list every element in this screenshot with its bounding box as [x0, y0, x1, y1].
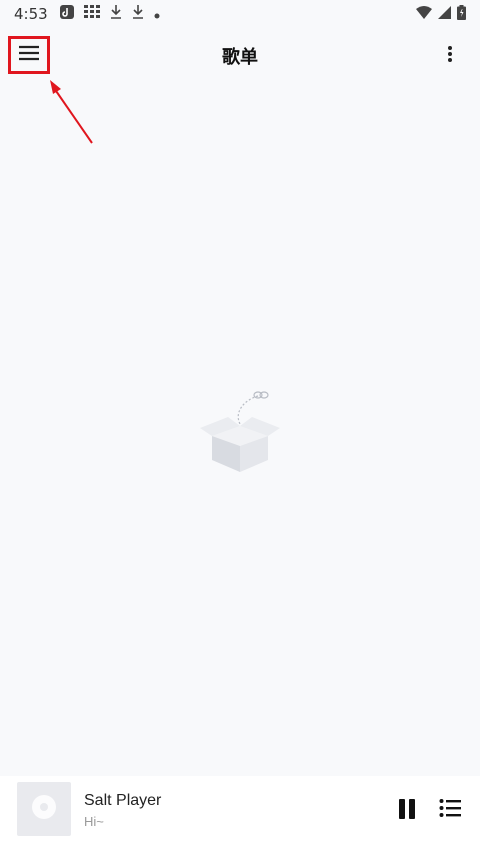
- overflow-menu-button[interactable]: [438, 44, 462, 68]
- mini-player[interactable]: Salt Player Hi~: [0, 776, 480, 854]
- grid-icon: [83, 5, 100, 23]
- track-subtitle: Hi~: [84, 814, 104, 829]
- pause-icon: [397, 799, 417, 824]
- page-title: 歌单: [222, 47, 258, 68]
- signal-icon: [438, 5, 451, 23]
- status-system-icons: [416, 4, 466, 24]
- status-time: 4:53: [14, 5, 48, 23]
- app-notification-icon: [59, 5, 74, 23]
- menu-button[interactable]: [8, 36, 50, 74]
- status-bar: 4:53: [0, 0, 480, 28]
- dot-icon: [154, 5, 160, 23]
- disc-icon: [31, 794, 57, 824]
- annotation-arrow: [50, 80, 93, 144]
- pause-button[interactable]: [397, 798, 417, 820]
- queue-button[interactable]: [439, 798, 461, 820]
- empty-box-icon: [200, 391, 280, 472]
- track-title: Salt Player: [84, 792, 162, 809]
- download-icon: [110, 5, 122, 23]
- track-info[interactable]: Salt Player Hi~: [84, 792, 161, 829]
- album-art[interactable]: [17, 782, 71, 836]
- more-vert-icon: [447, 45, 453, 67]
- screen: 4:53 歌单 Salt Player Hi~: [0, 0, 480, 854]
- status-notification-icons: [59, 5, 160, 23]
- menu-icon: [19, 45, 39, 65]
- download-icon: [132, 5, 144, 23]
- wifi-icon: [416, 5, 432, 23]
- battery-icon: [457, 4, 466, 24]
- queue-list-icon: [439, 799, 461, 822]
